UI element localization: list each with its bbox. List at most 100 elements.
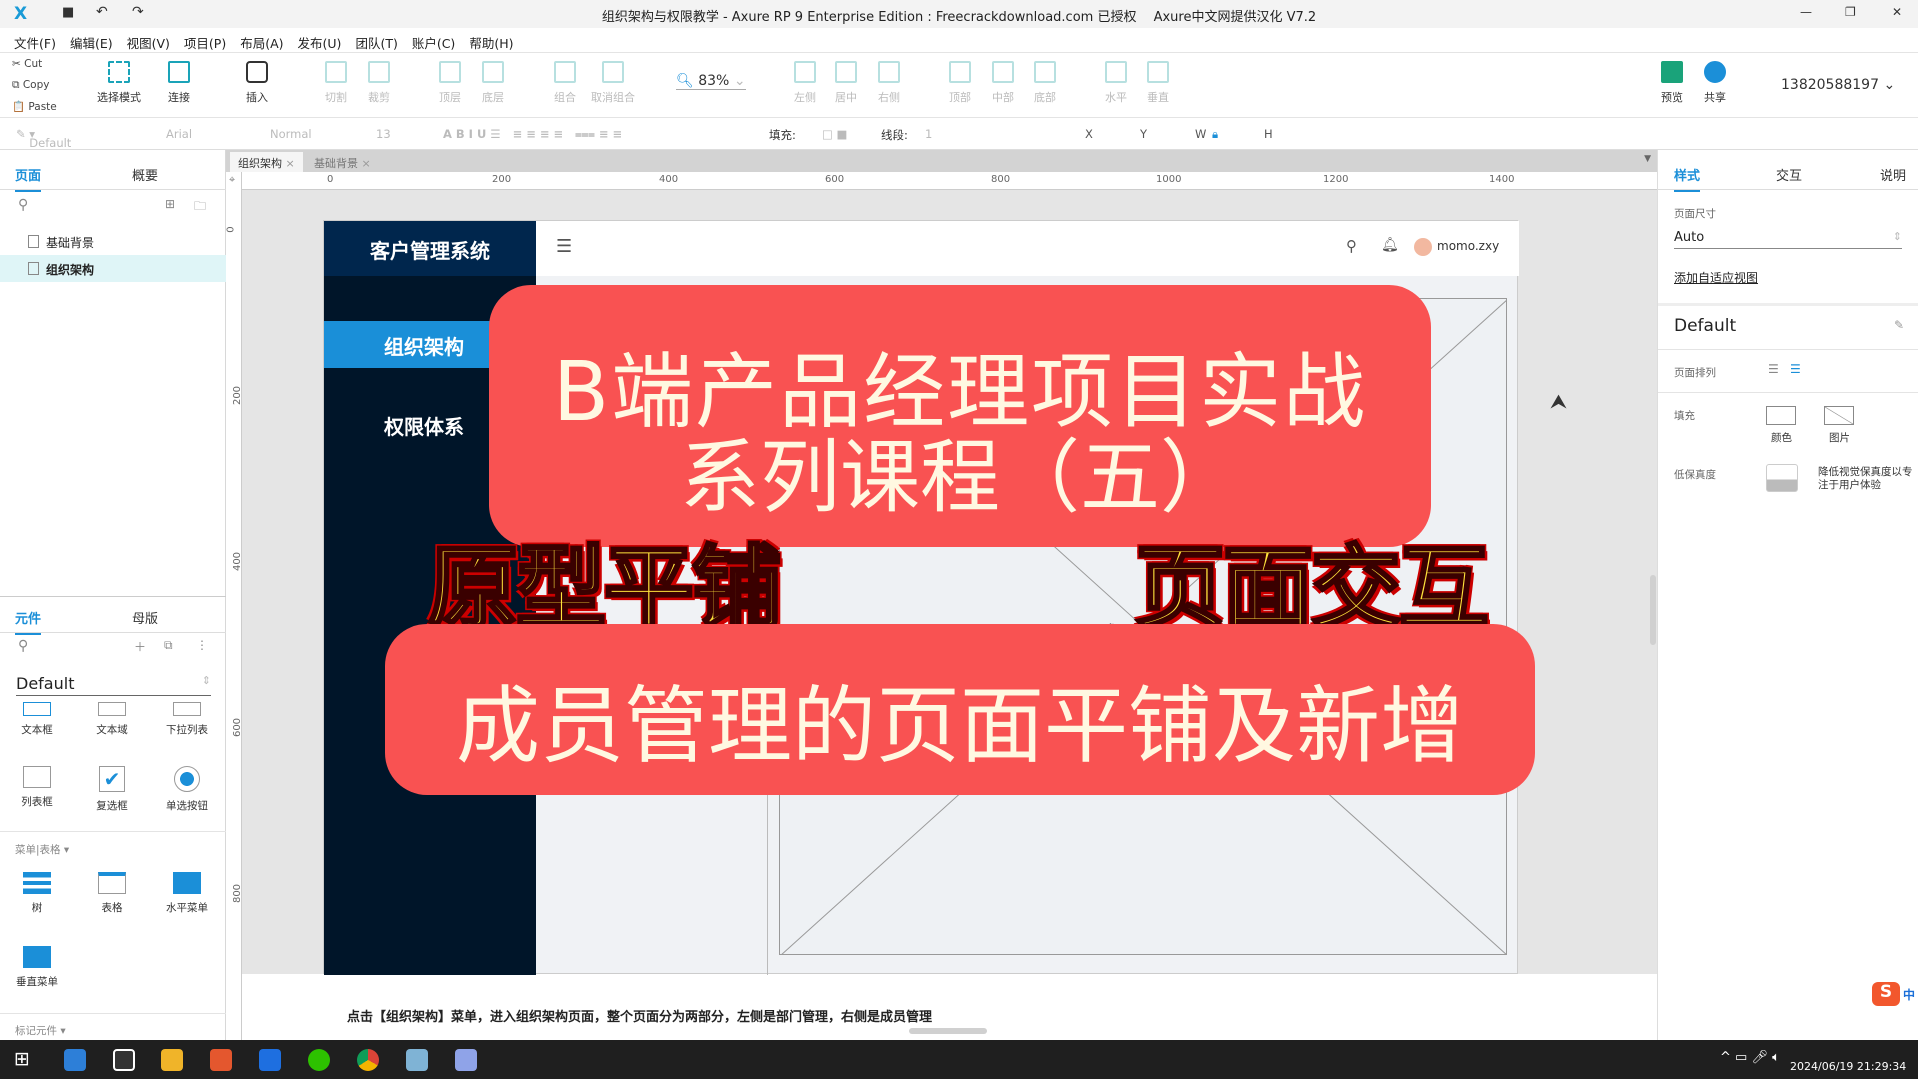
doc-tab[interactable]: 基础背景 ×: [306, 152, 379, 172]
widget-horizontal-menu[interactable]: 水平菜单: [152, 872, 222, 915]
share-button[interactable]: 共享: [1687, 61, 1743, 105]
menu-view[interactable]: 视图(V): [127, 33, 170, 52]
taskbar-app-icon[interactable]: [210, 1049, 232, 1071]
style-select[interactable]: ✎ Default ▾: [16, 127, 71, 150]
widget-text-field[interactable]: 文本框: [2, 702, 72, 737]
minimize-button[interactable]: —: [1800, 5, 1812, 19]
windows-start-icon[interactable]: ⊞: [14, 1048, 30, 1070]
widget-dropdown[interactable]: 下拉列表: [152, 702, 222, 737]
page-item-selected[interactable]: 组织架构: [0, 255, 226, 282]
tab-interactions[interactable]: 交互: [1776, 165, 1802, 184]
copy-button[interactable]: ⧉ Copy: [12, 79, 49, 92]
cut-button[interactable]: ✂ Cut: [12, 58, 42, 70]
align-center-icon[interactable]: ☰: [1790, 362, 1801, 376]
menu-layout[interactable]: 布局(A): [240, 33, 283, 52]
menu-fold-icon[interactable]: ☰: [556, 236, 572, 257]
tab-widgets[interactable]: 元件: [15, 608, 42, 635]
more-icon[interactable]: ⋮: [196, 638, 208, 652]
menu-edit[interactable]: 编辑(E): [70, 33, 113, 52]
vertical-scrollbar[interactable]: [1650, 575, 1656, 645]
widget-list-box[interactable]: 列表框: [2, 766, 72, 809]
widget-radio[interactable]: 单选按钮: [152, 766, 222, 813]
crop-button[interactable]: 裁剪: [351, 61, 407, 105]
library-select[interactable]: Default ⇕: [16, 674, 211, 696]
insert-button[interactable]: 插入: [229, 61, 285, 105]
avatar[interactable]: [1414, 238, 1432, 256]
align-right-button[interactable]: 右侧: [861, 61, 917, 105]
text-format-icons[interactable]: A B I U ☰ ≡ ≡ ≡ ≡ ⩶ ≡ ≡: [443, 127, 622, 142]
chrome-icon[interactable]: [357, 1049, 379, 1071]
page-item[interactable]: 基础背景: [0, 228, 226, 255]
libraries-icon[interactable]: ⧉: [164, 638, 173, 653]
right-panel: 样式 交互 说明 页面尺寸 Auto ⇕ 添加自适应视图 Default ✎ 页面…: [1657, 150, 1918, 1040]
user-account-menu[interactable]: 13820588197 ⌄: [1781, 77, 1895, 93]
close-button[interactable]: ✕: [1892, 5, 1902, 19]
taskbar-app-icon[interactable]: [64, 1049, 86, 1071]
taskbar-app-icon[interactable]: [406, 1049, 428, 1071]
section-menu-table[interactable]: 菜单|表格 ▾: [15, 842, 69, 857]
close-icon[interactable]: ×: [362, 157, 371, 170]
send-back-button[interactable]: 底层: [465, 61, 521, 105]
zoom-select[interactable]: 🔍︎ 83% ⌄: [676, 73, 746, 90]
file-explorer-icon[interactable]: [161, 1049, 183, 1071]
menu-project[interactable]: 项目(P): [184, 33, 226, 52]
select-mode-button[interactable]: 选择模式: [91, 61, 147, 105]
page-size-select[interactable]: Auto ⇕: [1674, 230, 1902, 249]
fill-color-swatch[interactable]: □ ■: [822, 127, 847, 141]
taskbar-app-icon[interactable]: [259, 1049, 281, 1071]
search-icon[interactable]: ⚲: [1346, 237, 1357, 255]
ime-mode[interactable]: 中: [1903, 986, 1915, 1003]
close-icon[interactable]: ×: [286, 157, 295, 170]
label: 裁剪: [368, 91, 390, 104]
horizontal-scrollbar[interactable]: [909, 1028, 987, 1034]
ungroup-button[interactable]: 取消组合: [585, 61, 641, 105]
bell-icon[interactable]: 🔔︎: [1381, 237, 1399, 253]
align-bottom-button[interactable]: 底部: [1017, 61, 1073, 105]
search-icon[interactable]: ⚲: [18, 638, 28, 654]
tab-pages[interactable]: 页面: [15, 165, 42, 192]
add-page-icon[interactable]: ⊞: [165, 197, 175, 211]
distribute-vertical-button[interactable]: 垂直: [1130, 61, 1186, 105]
menu-team[interactable]: 团队(T): [355, 33, 397, 52]
paste-button[interactable]: 📋 Paste: [12, 100, 57, 113]
widget-checkbox[interactable]: ✔ 复选框: [77, 766, 147, 813]
widget-text-area[interactable]: 文本域: [77, 702, 147, 737]
widget-table[interactable]: 表格: [77, 872, 147, 915]
widget-tree[interactable]: 树: [2, 872, 72, 915]
taskbar-app-icon[interactable]: [113, 1049, 135, 1071]
line-width-input[interactable]: 1: [925, 127, 932, 141]
sogou-ime-icon[interactable]: S: [1872, 982, 1900, 1006]
image-icon[interactable]: [1766, 464, 1798, 492]
widget-vertical-menu[interactable]: 垂直菜单: [2, 946, 72, 989]
font-size-select[interactable]: 13: [376, 127, 391, 141]
menu-publish[interactable]: 发布(U): [298, 33, 342, 52]
align-left-icon[interactable]: ☰: [1768, 362, 1779, 376]
lock-icon[interactable]: 🔒︎: [1212, 127, 1218, 142]
tab-outline[interactable]: 概要: [132, 165, 158, 184]
add-library-icon[interactable]: ＋: [134, 638, 146, 655]
doc-tab-active[interactable]: 组织架构 ×: [230, 152, 303, 172]
axure-taskbar-icon[interactable]: [455, 1049, 477, 1071]
edit-style-icon[interactable]: ✎: [1894, 318, 1904, 332]
menu-account[interactable]: 账户(C): [412, 33, 455, 52]
menu-help[interactable]: 帮助(H): [469, 33, 513, 52]
restore-button[interactable]: ❐: [1845, 5, 1856, 19]
add-folder-icon[interactable]: 🗀: [194, 197, 206, 218]
wechat-icon[interactable]: [308, 1049, 330, 1071]
font-weight-select[interactable]: Normal: [270, 127, 312, 141]
system-tray-icons[interactable]: ^ ▭ 🎤︎ 🔈︎: [1720, 1050, 1780, 1065]
add-adaptive-view-link[interactable]: 添加自适应视图: [1674, 269, 1758, 286]
font-select[interactable]: Arial: [166, 127, 192, 141]
fill-image-swatch[interactable]: [1824, 406, 1854, 425]
paste-label: Paste: [28, 101, 57, 113]
fill-color-swatch[interactable]: [1766, 406, 1796, 425]
section-markup[interactable]: 标记元件 ▾: [15, 1023, 66, 1038]
tab-notes[interactable]: 说明: [1880, 165, 1906, 184]
tab-masters[interactable]: 母版: [132, 608, 158, 627]
connect-button[interactable]: 连接: [151, 61, 207, 105]
tabs-dropdown-icon[interactable]: ▼: [1644, 154, 1651, 164]
search-icon[interactable]: ⚲: [18, 197, 28, 213]
menu-file[interactable]: 文件(F): [14, 33, 56, 52]
tab-style[interactable]: 样式: [1674, 165, 1701, 192]
clock[interactable]: 2024/06/19 21:29:34: [1790, 1060, 1906, 1073]
